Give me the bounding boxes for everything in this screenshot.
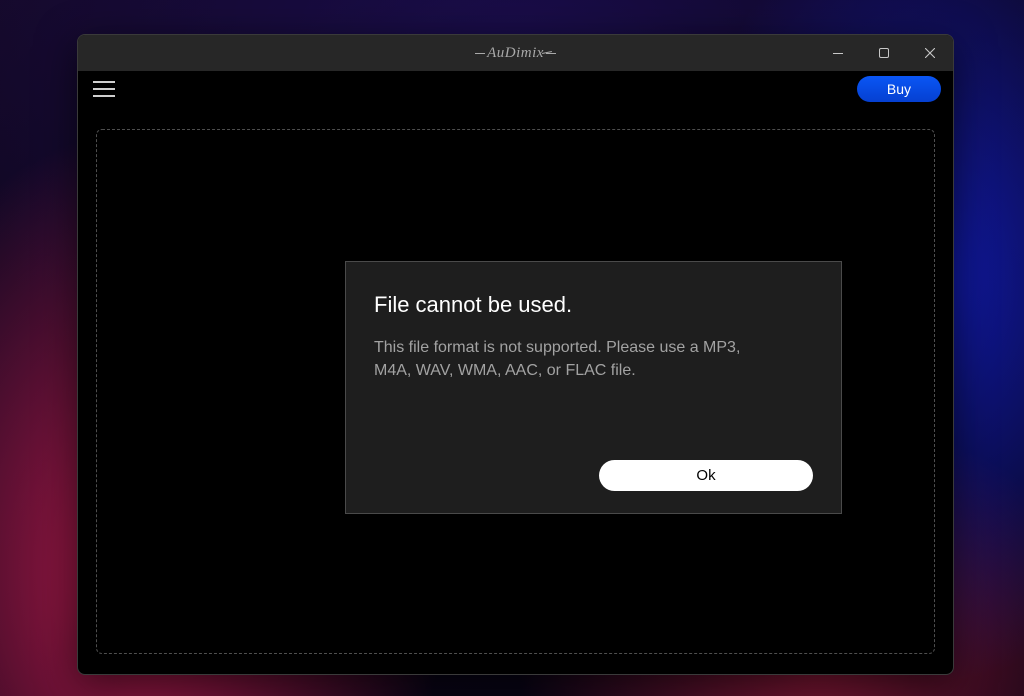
app-title: AuDimix [487,45,544,62]
toolbar: Buy [78,71,953,107]
close-button[interactable] [907,35,953,71]
close-icon [925,48,935,58]
titlebar[interactable]: AuDimix [78,35,953,71]
error-dialog: File cannot be used. This file format is… [345,261,842,514]
dialog-title: File cannot be used. [374,292,813,318]
minimize-icon [833,53,843,54]
hamburger-icon [93,81,115,83]
hamburger-menu-button[interactable] [90,75,118,103]
buy-button[interactable]: Buy [857,76,941,102]
maximize-button[interactable] [861,35,907,71]
minimize-button[interactable] [815,35,861,71]
window-controls [815,35,953,71]
dialog-actions: Ok [374,460,813,491]
maximize-icon [879,48,889,58]
ok-button[interactable]: Ok [599,460,813,491]
app-window: AuDimix Buy Select a song File cannot be… [77,34,954,675]
dialog-message: This file format is not supported. Pleas… [374,336,754,460]
